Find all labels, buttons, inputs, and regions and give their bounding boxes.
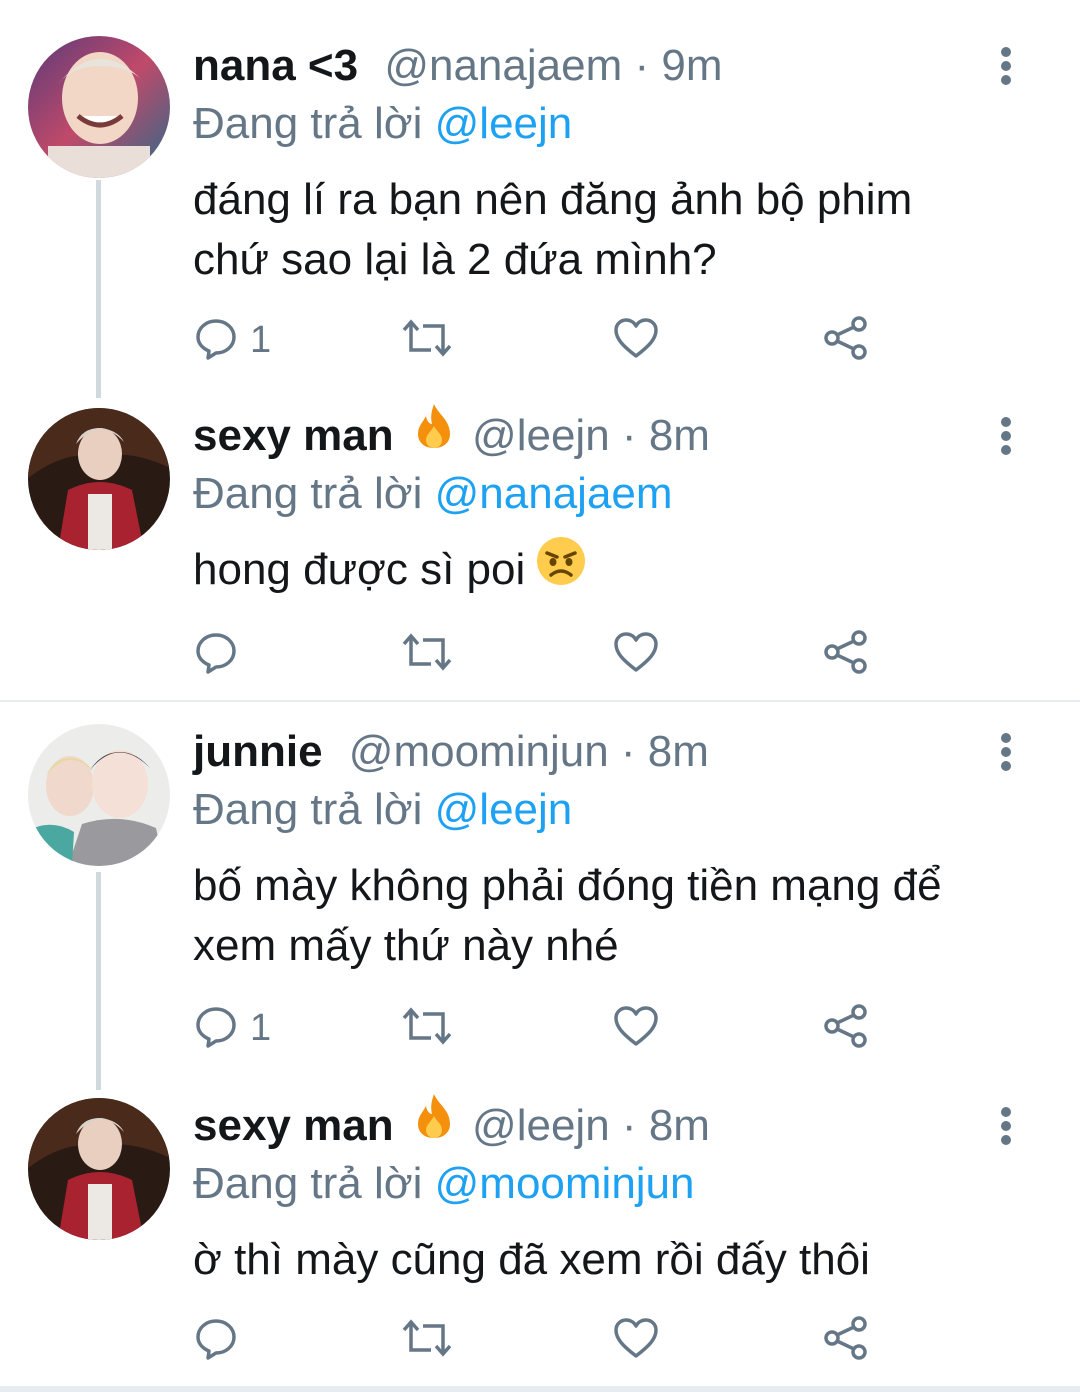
retweet-icon [401, 316, 453, 365]
retweet-button[interactable] [401, 1310, 453, 1370]
reply-button[interactable] [194, 1310, 250, 1370]
more-vertical-icon[interactable] [992, 732, 1020, 772]
display-name[interactable]: sexy man [193, 411, 394, 460]
replying-to: Đang trả lời @leejn [193, 780, 572, 840]
like-button[interactable] [613, 998, 659, 1058]
replying-to-handle[interactable]: @leejn [435, 99, 573, 148]
heart-icon [613, 1317, 659, 1364]
reply-count: 1 [250, 318, 272, 361]
separator-dot: · [621, 1101, 637, 1150]
reply-icon [194, 630, 238, 679]
fire-emoji [412, 1092, 456, 1156]
tweet-header: sexy man @leejn · 8m [193, 1094, 710, 1156]
share-icon [823, 629, 869, 679]
retweet-button[interactable] [401, 310, 453, 370]
heart-icon [613, 317, 659, 364]
angry-face-emoji [535, 535, 587, 603]
display-name[interactable]: sexy man [193, 1101, 394, 1150]
retweet-icon [401, 1004, 453, 1053]
tweet-text: đáng lí ra bạn nên đăng ảnh bộ phim chứ … [193, 170, 1053, 290]
action-bar: 1 [0, 310, 1080, 370]
tweet-text-line: hong được sì poi [193, 537, 1053, 603]
replying-to: Đang trả lời @leejn [193, 94, 572, 154]
tweet[interactable]: sexy man @leejn · 8m Đang trả lời @nanaj… [0, 404, 1080, 700]
timestamp[interactable]: 8m [648, 727, 709, 776]
reply-icon [194, 316, 238, 365]
replying-to-handle[interactable]: @nanajaem [435, 469, 673, 518]
tweet-text-line: bố mày không phải đóng tiền mạng để [193, 861, 942, 910]
tweet-text-line: chứ sao lại là 2 đứa mình? [193, 235, 717, 284]
tweet-text-line: xem mấy thứ này nhé [193, 921, 619, 970]
tweet[interactable]: junnie @moominjun · 8m Đang trả lời @lee… [0, 722, 1080, 1072]
retweet-button[interactable] [401, 624, 453, 684]
timestamp[interactable]: 9m [661, 41, 722, 90]
share-button[interactable] [823, 998, 869, 1058]
timestamp[interactable]: 8m [649, 411, 710, 460]
tweet-text: ờ thì mày cũng đã xem rồi đấy thôi [193, 1230, 1053, 1290]
more-vertical-icon[interactable] [992, 46, 1020, 86]
display-name[interactable]: nana <3 [193, 41, 358, 90]
tweet[interactable]: nana <3 @nanajaem · 9m Đang trả lời @lee… [0, 36, 1080, 386]
like-button[interactable] [613, 310, 659, 370]
replying-to-label: Đang trả lời [193, 1159, 423, 1208]
tweet[interactable]: sexy man @leejn · 8m Đang trả lời @moomi… [0, 1094, 1080, 1386]
tweet-text: bố mày không phải đóng tiền mạng để xem … [193, 856, 1053, 976]
username[interactable]: @nanajaem [384, 41, 622, 90]
action-bar [0, 1310, 1080, 1370]
tweet-text-line: ờ thì mày cũng đã xem rồi đấy thôi [193, 1235, 870, 1284]
tweet-header: sexy man @leejn · 8m [193, 404, 710, 466]
replying-to-label: Đang trả lời [193, 785, 423, 834]
username[interactable]: @leejn [472, 411, 610, 460]
retweet-button[interactable] [401, 998, 453, 1058]
action-bar [0, 624, 1080, 684]
separator-dot: · [634, 41, 650, 90]
replying-to-handle[interactable]: @moominjun [435, 1159, 695, 1208]
reply-icon [194, 1004, 238, 1053]
tweet-header: junnie @moominjun · 8m [193, 722, 709, 782]
share-button[interactable] [823, 1310, 869, 1370]
like-button[interactable] [613, 624, 659, 684]
more-vertical-icon[interactable] [992, 416, 1020, 456]
reply-button[interactable]: 1 [194, 998, 271, 1058]
username[interactable]: @moominjun [349, 727, 609, 776]
avatar[interactable] [28, 1098, 170, 1240]
fire-emoji [412, 402, 456, 466]
retweet-icon [401, 630, 453, 679]
reply-button[interactable] [194, 624, 250, 684]
share-icon [823, 315, 869, 365]
avatar[interactable] [28, 36, 170, 178]
reply-count: 1 [250, 1006, 272, 1049]
reply-icon [194, 1316, 238, 1365]
more-vertical-icon[interactable] [992, 1106, 1020, 1146]
action-bar: 1 [0, 998, 1080, 1058]
reply-button[interactable]: 1 [194, 310, 271, 370]
replying-to-handle[interactable]: @leejn [435, 785, 573, 834]
share-button[interactable] [823, 310, 869, 370]
heart-icon [613, 1005, 659, 1052]
like-button[interactable] [613, 1310, 659, 1370]
tweet-header: nana <3 @nanajaem · 9m [193, 36, 723, 96]
separator-dot: · [621, 411, 637, 460]
divider [0, 1386, 1080, 1392]
replying-to: Đang trả lời @moominjun [193, 1154, 695, 1214]
share-icon [823, 1003, 869, 1053]
tweet-text-content: hong được sì poi [193, 545, 526, 594]
username[interactable]: @leejn [472, 1101, 610, 1150]
separator-dot: · [620, 727, 636, 776]
replying-to: Đang trả lời @nanajaem [193, 464, 673, 524]
avatar[interactable] [28, 408, 170, 550]
share-button[interactable] [823, 624, 869, 684]
timestamp[interactable]: 8m [649, 1101, 710, 1150]
share-icon [823, 1315, 869, 1365]
heart-icon [613, 631, 659, 678]
retweet-icon [401, 1316, 453, 1365]
display-name[interactable]: junnie [193, 727, 323, 776]
tweet-text-line: đáng lí ra bạn nên đăng ảnh bộ phim [193, 175, 913, 224]
replying-to-label: Đang trả lời [193, 99, 423, 148]
tweet-text: hong được sì poi [193, 537, 1053, 603]
divider [0, 700, 1080, 702]
avatar[interactable] [28, 724, 170, 866]
replying-to-label: Đang trả lời [193, 469, 423, 518]
